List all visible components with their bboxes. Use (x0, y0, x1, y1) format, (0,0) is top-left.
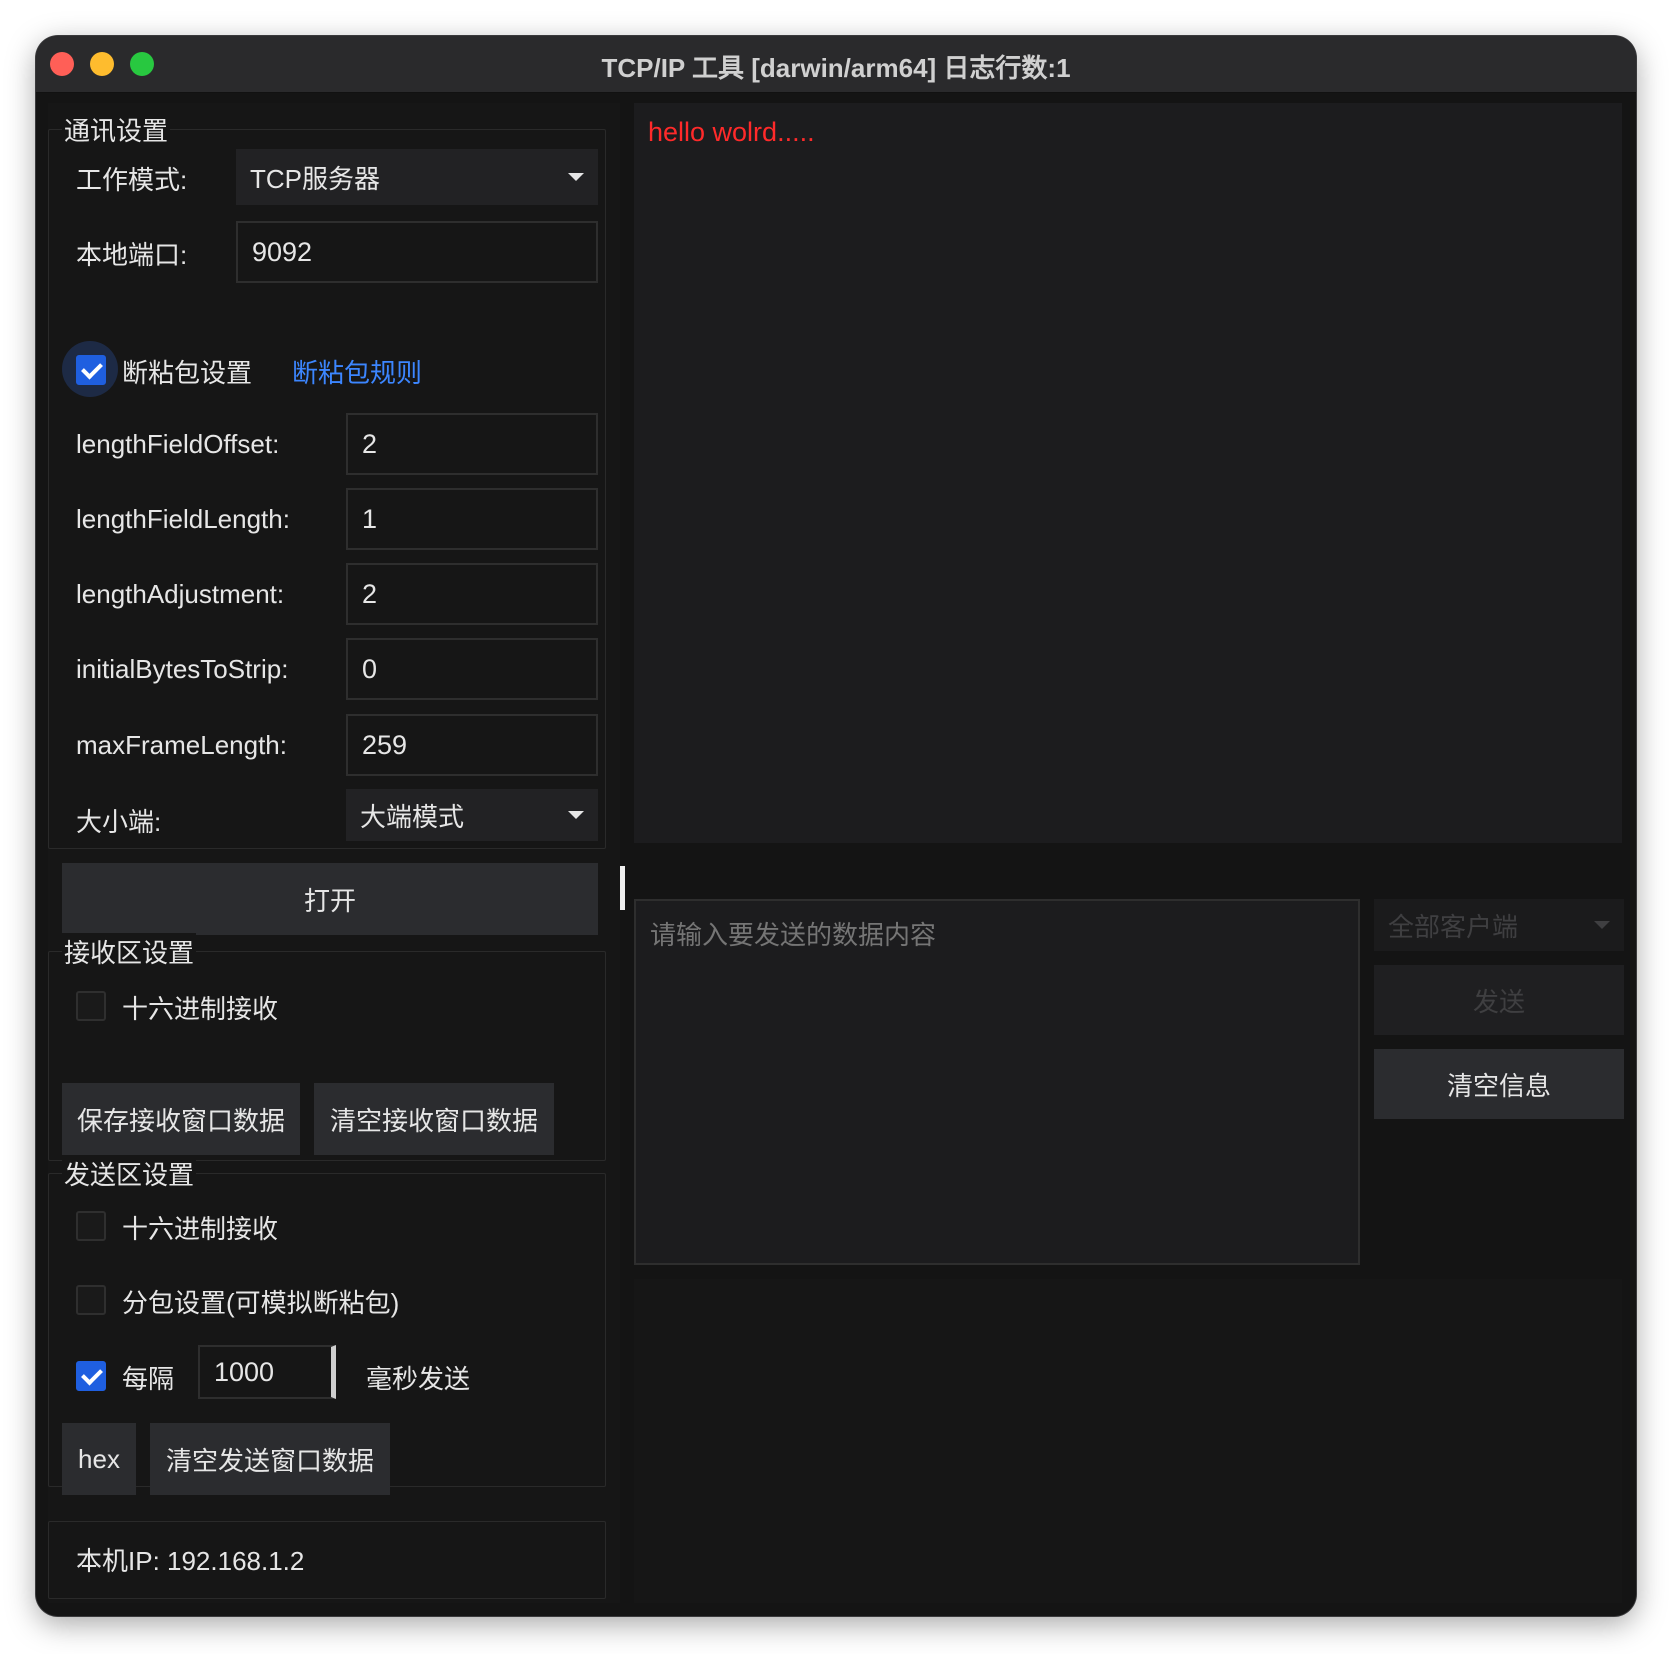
interval-suffix: 毫秒发送 (366, 1364, 471, 1394)
clear-receive-button[interactable]: 清空接收窗口数据 (314, 1083, 554, 1155)
clear-send-button[interactable]: 清空发送窗口数据 (150, 1423, 390, 1495)
receive-settings-title: 接收区设置 (62, 933, 197, 970)
work-mode-label: 工作模式: (76, 165, 188, 195)
open-button[interactable]: 打开 (62, 863, 598, 935)
chevron-down-icon (568, 811, 584, 819)
split-packet-checkbox[interactable] (76, 1285, 106, 1315)
send-hex-label: 十六进制接收 (122, 1214, 279, 1244)
log-line: hello wolrd..... (648, 117, 815, 147)
send-hex-checkbox[interactable] (76, 1211, 106, 1241)
receive-hex-label: 十六进制接收 (122, 994, 279, 1024)
client-select-value: 全部客户端 (1388, 911, 1519, 942)
send-data-input[interactable] (634, 899, 1360, 1265)
endianness-label: 大小端: (76, 807, 162, 837)
clear-info-button[interactable]: 清空信息 (1374, 1049, 1624, 1119)
send-settings-title: 发送区设置 (62, 1155, 197, 1192)
initial-bytes-to-strip-input[interactable]: 0 (346, 638, 598, 700)
sticky-packet-label: 断粘包设置 (122, 358, 253, 388)
window-title: TCP/IP 工具 [darwin/arm64] 日志行数:1 (601, 53, 1071, 83)
length-field-offset-input[interactable]: 2 (346, 413, 598, 475)
length-adjustment-label: lengthAdjustment: (76, 579, 285, 609)
comm-settings-title: 通讯设置 (62, 111, 171, 148)
local-port-input[interactable]: 9092 (236, 221, 598, 283)
endianness-value: 大端模式 (360, 801, 465, 832)
length-adjustment-input[interactable]: 2 (346, 563, 598, 625)
chevron-down-icon (568, 173, 584, 181)
initial-bytes-to-strip-label: initialBytesToStrip: (76, 654, 289, 684)
bottom-right-panel (634, 1279, 1622, 1603)
max-frame-length-label: maxFrameLength: (76, 730, 287, 760)
max-frame-length-input[interactable]: 259 (346, 714, 598, 776)
main-area: 通讯设置 工作模式: TCP服务器 本地端口: 9092 断粘包设置 断粘包规则… (36, 93, 1636, 1616)
length-field-offset-label: lengthFieldOffset: (76, 429, 280, 459)
split-packet-label: 分包设置(可模拟断粘包) (122, 1288, 400, 1318)
work-mode-select[interactable]: TCP服务器 (236, 149, 598, 205)
sticky-rules-link[interactable]: 断粘包规则 (292, 353, 422, 390)
interval-input[interactable]: 1000 (198, 1345, 336, 1399)
sticky-packet-checkbox[interactable] (76, 355, 106, 385)
local-port-label: 本地端口: (76, 240, 188, 270)
length-field-length-input[interactable]: 1 (346, 488, 598, 550)
receive-log-area[interactable]: hello wolrd..... (634, 103, 1622, 843)
client-select[interactable]: 全部客户端 (1374, 899, 1624, 951)
length-field-length-label: lengthFieldLength: (76, 504, 290, 534)
chevron-down-icon (1594, 921, 1610, 929)
endianness-select[interactable]: 大端模式 (346, 789, 598, 841)
interval-checkbox[interactable] (76, 1361, 106, 1391)
save-receive-button[interactable]: 保存接收窗口数据 (62, 1083, 300, 1155)
title-bar: TCP/IP 工具 [darwin/arm64] 日志行数:1 (36, 36, 1636, 93)
interval-label: 每隔 (122, 1364, 175, 1394)
send-button[interactable]: 发送 (1374, 965, 1624, 1035)
work-mode-value: TCP服务器 (250, 163, 381, 194)
splitter-handle[interactable] (620, 866, 625, 910)
local-ip-text: 本机IP: 192.168.1.2 (76, 1546, 305, 1576)
hex-button[interactable]: hex (62, 1423, 136, 1495)
receive-hex-checkbox[interactable] (76, 991, 106, 1021)
app-window: TCP/IP 工具 [darwin/arm64] 日志行数:1 通讯设置 工作模… (36, 36, 1636, 1616)
